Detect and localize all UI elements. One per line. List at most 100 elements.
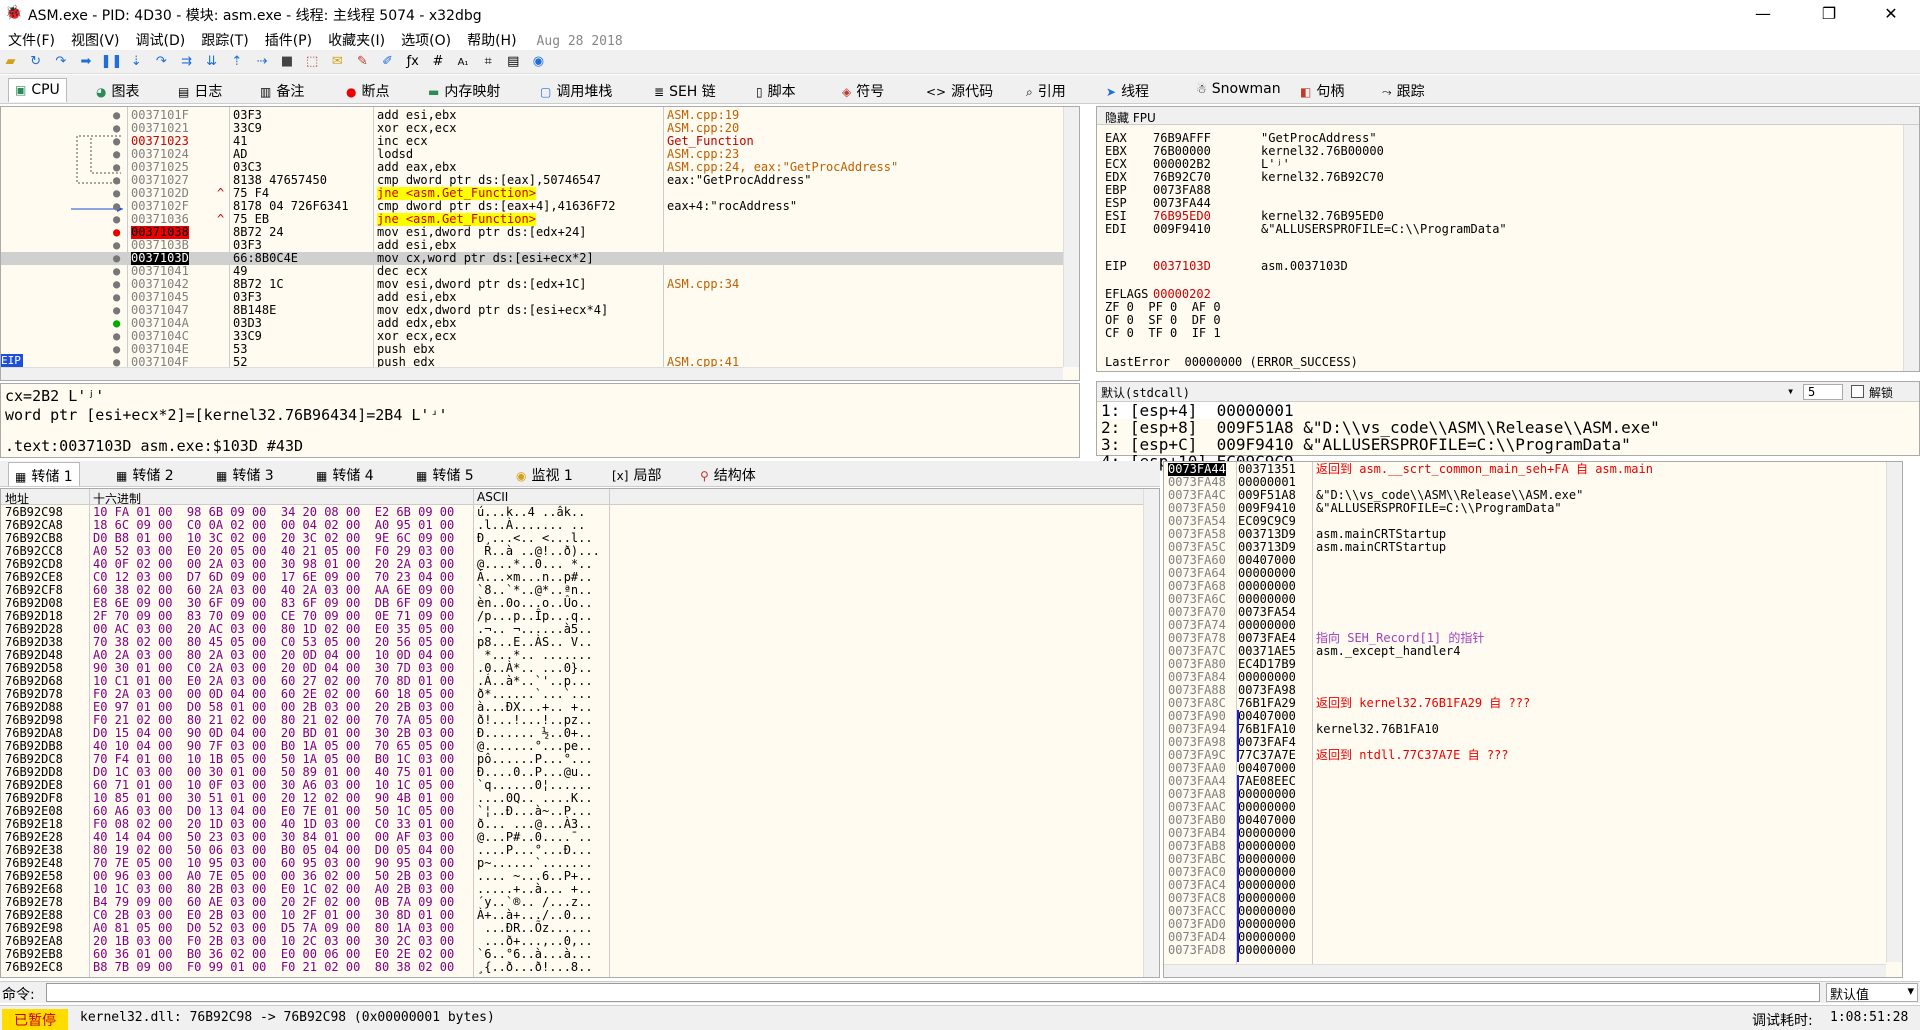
dump-hex[interactable]: B8 7B 09 00 F0 99 01 00 F0 21 02 00 80 3… (93, 961, 454, 974)
notes-icon[interactable]: ▤ (503, 52, 524, 72)
tab-notes[interactable]: ▥ 备注 (254, 78, 310, 102)
menu-debug[interactable]: 调试(D) (128, 28, 194, 52)
function-icon[interactable]: ƒx (402, 52, 423, 72)
tab-threads[interactable]: ➤ 线程 (1100, 78, 1155, 102)
calling-convention-select[interactable]: 默认(stdcall) ▾ 5 解锁 (1097, 382, 1919, 402)
stack-view[interactable]: 0073FA44 00371351 返回到 asm.__scrt_common_ma… (1163, 461, 1903, 978)
comments-icon[interactable]: ✉ (327, 52, 348, 72)
open-folder-icon[interactable]: ▰ (0, 52, 21, 72)
disasm-hscrollbar[interactable] (1, 367, 1063, 380)
minimize-button[interactable]: — (1740, 2, 1786, 26)
tab-symbols[interactable]: ◈ 符号 (836, 78, 890, 102)
flags-row[interactable]: CF 0 TF 0 IF 1 (1105, 327, 1221, 340)
stack-value[interactable]: 00000000 (1238, 944, 1296, 957)
pause-icon[interactable]: ❚❚ (101, 52, 123, 72)
stack-row[interactable]: 0073FAD8 00000000 (1164, 944, 1902, 957)
memory-dump-view[interactable]: 地址 十六进制 ASCII 76B92C98 10 FA 01 00 98 6B … (0, 488, 1160, 978)
command-type-select[interactable]: 默认值 ▾ (1826, 983, 1918, 1003)
stack-hscrollbar[interactable] (1164, 964, 1886, 977)
close-debug-icon[interactable]: ↷ (50, 52, 71, 72)
menu-trace[interactable]: 跟踪(T) (193, 28, 256, 52)
tab-call-stack[interactable]: ▢ 调用堆栈 (534, 78, 618, 102)
last-error: LastError 00000000 (ERROR_SUCCESS) (1105, 355, 1358, 369)
call-arg-row[interactable]: 1: [esp+4] 00000001 (1101, 402, 1294, 419)
calculator-icon[interactable]: ⌗ (478, 52, 499, 72)
tab-dump-3[interactable]: ▦ 转储 3 (210, 462, 280, 486)
x64dbg-bug-icon: 🐞 (5, 5, 23, 21)
tab-handles[interactable]: ◧ 句柄 (1294, 78, 1350, 102)
tab-log[interactable]: ▤ 日志 (172, 78, 228, 102)
tab-watch-1[interactable]: ◉ 监视 1 (510, 462, 579, 486)
menu-options[interactable]: 选项(O) (393, 28, 459, 52)
memory-map-icon: ▬ (428, 85, 440, 99)
tab-dump-5[interactable]: ▦ 转储 5 (410, 462, 480, 486)
chevron-down-icon: ▾ (1907, 984, 1914, 999)
stack-comment: &"ALLUSERSPROFILE=C:\\ProgramData" (1316, 501, 1562, 515)
dump-vscrollbar[interactable] (1143, 489, 1159, 977)
step-into-icon[interactable]: ⇣ (126, 52, 147, 72)
stack-vscrollbar[interactable] (1886, 462, 1902, 962)
help-globe-icon[interactable]: ◉ (528, 52, 549, 72)
hash-icon[interactable]: # (427, 52, 448, 72)
menu-favourites[interactable]: 收藏夹(I) (320, 28, 393, 52)
tab-dump-4[interactable]: ▦ 转储 4 (310, 462, 380, 486)
disassembly-view[interactable]: EIP ● 0037101F 03F3 add esi,ebx ASM.cpp:19 ● 0… (0, 106, 1080, 381)
execute-till-return-icon[interactable]: ⇡ (226, 52, 247, 72)
tab-references[interactable]: ⌕ 引用 (1020, 78, 1072, 102)
script-icon[interactable]: ⬚ (302, 52, 323, 72)
tab-trace[interactable]: ⤳ 跟踪 (1376, 78, 1431, 102)
menu-view[interactable]: 视图(V) (63, 28, 128, 52)
tab-seh-chain[interactable]: ≣ SEH 链 (648, 78, 722, 102)
register-comment: asm.0037103D (1261, 259, 1348, 273)
command-input[interactable] (46, 983, 1820, 1002)
disasm-vscrollbar[interactable] (1063, 107, 1079, 367)
column-divider (1312, 462, 1313, 977)
trace-into-icon[interactable]: ⇉ (176, 52, 197, 72)
registers-view[interactable]: 隐藏 FPU EAX 76B9AFFF "GetProcAddress" EBX 76B… (1096, 106, 1920, 372)
chevron-down-icon: ▾ (1787, 384, 1795, 398)
tab-graph[interactable]: ◕ 图表 (90, 78, 145, 102)
tab-dump-1[interactable]: ▦ 转储 1 (8, 462, 80, 486)
run-icon[interactable]: ➡ (75, 52, 96, 72)
attach-icon[interactable]: ■ (277, 52, 298, 72)
step-over-icon[interactable]: ↷ (151, 52, 172, 72)
hide-fpu-toggle[interactable]: 隐藏 FPU (1097, 107, 1919, 125)
stack-comment: 返回到 ntdll.77C37A7E 自 ??? (1316, 748, 1509, 762)
tab-locals[interactable]: [x] 局部 (606, 462, 667, 486)
labels-icon[interactable]: ✎ (352, 52, 373, 72)
maximize-button[interactable]: ❐ (1806, 2, 1852, 26)
arg-count-stepper[interactable]: 5 (1803, 384, 1843, 400)
registers-vscrollbar[interactable] (1903, 125, 1919, 371)
register-value[interactable]: 009F9410 (1153, 223, 1211, 236)
unlock-checkbox[interactable] (1851, 385, 1864, 398)
main-tab-bar: ▣ CPU ◕ 图表 ▤ 日志 ▥ 备注 ● 断点 ▬ 内存映射 ▢ 调用堆栈 ≣ SEH 链 … (0, 75, 1920, 104)
locals-icon: [x] (612, 469, 629, 483)
tab-dump-2[interactable]: ▦ 转储 2 (110, 462, 180, 486)
call-arg-row[interactable]: 3: [esp+C] 009F9410 &"ALLUSERSPROFILE=C:… (1101, 436, 1631, 453)
call-args-view: 默认(stdcall) ▾ 5 解锁 1: [esp+4] 00000001 2:… (1096, 381, 1920, 470)
tab-memory-map[interactable]: ▬ 内存映射 (422, 78, 506, 102)
tab-source[interactable]: <> 源代码 (920, 78, 999, 102)
disasm-comment: ASM.cpp:34 (667, 277, 740, 291)
info-pane: cx=2B2 L'ʲ' word ptr [esi+ecx*2]=[kernel… (0, 383, 1080, 458)
menu-help[interactable]: 帮助(H) (459, 28, 524, 52)
trace-over-icon[interactable]: ⇊ (201, 52, 222, 72)
trace-icon: ⤳ (1382, 85, 1392, 99)
tab-struct[interactable]: ⚲ 结构体 (694, 462, 762, 486)
dump-ascii[interactable]: ¸{..ð...ð!...8.. (477, 961, 593, 974)
run-to-user-code-icon[interactable]: ⇢ (251, 52, 272, 72)
menu-plugins[interactable]: 插件(P) (257, 28, 320, 52)
bookmarks-icon[interactable]: ✐ (377, 52, 398, 72)
menu-file[interactable]: 文件(F) (0, 28, 63, 52)
tab-breakpoints[interactable]: ● 断点 (340, 78, 395, 102)
tab-cpu[interactable]: ▣ CPU (8, 78, 67, 102)
dump-row[interactable]: 76B92EC8 B8 7B 09 00 F0 99 01 00 F0 21 02… (1, 961, 1141, 974)
close-button[interactable]: ✕ (1868, 2, 1914, 26)
tab-script[interactable]: ▯ 脚本 (750, 78, 802, 102)
strings-icon[interactable]: A₁ (453, 53, 474, 73)
register-comment: kernel32.76B92C70 (1261, 170, 1384, 184)
call-arg-row[interactable]: 2: [esp+8] 009F51A8 &"D:\\vs_code\\ASM\\… (1101, 419, 1660, 436)
register-value[interactable]: 0037103D (1153, 260, 1211, 273)
tab-snowman[interactable]: ☃ Snowman (1190, 78, 1287, 102)
restart-icon[interactable]: ↻ (25, 52, 46, 72)
